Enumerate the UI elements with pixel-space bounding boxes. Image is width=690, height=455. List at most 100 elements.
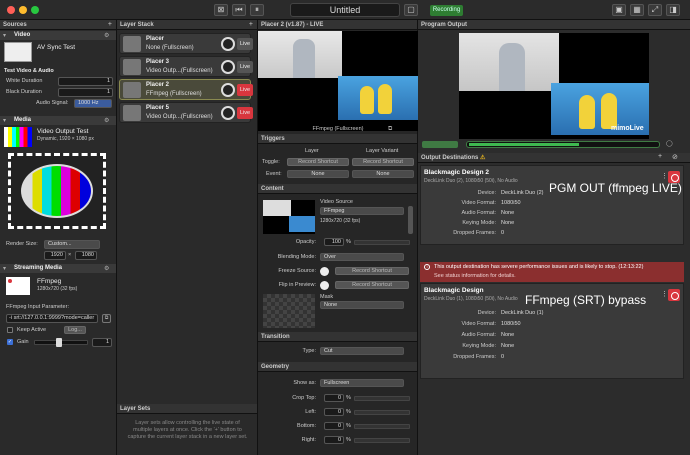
live-output-toggle-icon[interactable] <box>668 289 680 301</box>
video-source-thumbnail <box>263 200 315 234</box>
crop-left-field[interactable]: 0 <box>324 408 344 416</box>
crop-right-slider[interactable] <box>354 438 410 443</box>
detach-icon[interactable]: ⧉ <box>388 126 392 133</box>
settings-icon[interactable]: ◨ <box>666 4 680 16</box>
recording-pill[interactable]: Recording <box>430 5 463 16</box>
live-button[interactable]: Live <box>237 84 253 96</box>
add-layer-icon[interactable]: + <box>249 21 253 28</box>
document-title[interactable]: Untitled <box>290 3 400 17</box>
pause-icon[interactable]: ⏸ <box>250 4 264 16</box>
black-duration-field[interactable]: 1 <box>58 88 113 97</box>
mask-select[interactable]: None <box>320 301 404 309</box>
volume-knob[interactable] <box>221 83 235 97</box>
live-button[interactable]: Live <box>237 38 253 50</box>
add-destination-icon[interactable]: + <box>658 153 662 160</box>
video-source-select[interactable]: FFmpeg <box>320 207 404 215</box>
clear-icon[interactable]: ⊘ <box>672 153 678 161</box>
white-duration-field[interactable]: 1 <box>58 77 113 86</box>
crop-right-field[interactable]: 0 <box>324 436 344 444</box>
disclosure-triangle-icon[interactable]: ▾ <box>3 265 6 272</box>
add-source-icon[interactable]: + <box>108 21 112 28</box>
layer-item[interactable]: Placer 3 Video Outp...(Fullscreen) Live <box>119 56 253 77</box>
view-mode-icon[interactable]: ▣ <box>612 4 626 16</box>
white-duration-label: White Duration <box>6 78 43 84</box>
layer-record-shortcut-button[interactable]: Record Shortcut <box>287 158 349 166</box>
skip-back-icon[interactable]: ⏮ <box>232 4 246 16</box>
crop-bottom-slider[interactable] <box>354 424 410 429</box>
fullscreen-icon[interactable]: ⤢ <box>648 4 662 16</box>
dropped-frames-value: 0 <box>501 230 505 236</box>
minimize-window-button[interactable] <box>19 6 27 14</box>
gain-slider-thumb[interactable] <box>56 338 62 347</box>
inspector-panel: Placer 2 (v1.87) - LIVE FFmpeg (Fullscre… <box>258 20 418 455</box>
freeze-source-toggle[interactable] <box>320 267 329 276</box>
gear-icon[interactable]: ⚙ <box>104 32 109 39</box>
disclosure-triangle-icon[interactable]: ▾ <box>3 117 6 124</box>
ffmpeg-sub: 1280x720 (32 fps) <box>37 286 78 292</box>
flip-record-shortcut-button[interactable]: Record Shortcut <box>335 281 409 289</box>
crop-right-label: Right: <box>301 437 316 443</box>
destination-sub: DeckLink Duo (1), 1080i50 (50i), No Audi… <box>424 296 518 302</box>
gain-field[interactable]: 1 <box>92 338 112 347</box>
volume-knob[interactable] <box>221 60 235 74</box>
streaming-section-label: Streaming Media <box>14 265 63 271</box>
freeze-record-shortcut-button[interactable]: Record Shortcut <box>335 267 409 275</box>
media-section[interactable]: Media <box>0 116 116 125</box>
layer-item[interactable]: Placer None (Fullscreen) Live <box>119 33 253 54</box>
destination-card-2[interactable]: Blackmagic Design DeckLink Duo (1), 1080… <box>420 283 684 379</box>
more-icon[interactable]: ⋮ <box>661 290 668 298</box>
black-duration-label: Black Duration <box>6 89 42 95</box>
opacity-slider[interactable] <box>354 240 410 245</box>
crop-top-field[interactable]: 0 <box>324 394 344 402</box>
zoom-window-button[interactable] <box>31 6 39 14</box>
close-window-button[interactable] <box>7 6 15 14</box>
crop-top-slider[interactable] <box>354 396 410 401</box>
opacity-field[interactable]: 100 <box>324 238 344 246</box>
layer-item-selected[interactable]: Placer 2 FFmpeg (Fullscreen) Live <box>119 79 253 100</box>
layer-column-label: Layer <box>305 148 319 154</box>
crop-top-label: Crop Top: <box>292 395 316 401</box>
volume-knob[interactable] <box>221 106 235 120</box>
keep-active-checkbox[interactable] <box>7 327 13 333</box>
layer-item[interactable]: Placer 5 Video Outp...(Fullscreen) Live <box>119 102 253 123</box>
variant-event-select[interactable]: None <box>352 170 414 178</box>
live-button[interactable]: Live <box>237 61 253 73</box>
layer-event-select[interactable]: None <box>287 170 349 178</box>
program-camera-feed <box>459 33 559 91</box>
lock-icon[interactable]: ▢ <box>404 4 418 16</box>
render-width-field[interactable]: 1920 <box>44 251 66 260</box>
log-button[interactable]: Log... <box>64 326 86 334</box>
video-section[interactable]: Video <box>0 31 116 40</box>
transition-type-select[interactable]: Cut <box>320 347 404 355</box>
expand-icon[interactable]: ⧉ <box>102 314 111 323</box>
more-icon[interactable]: ⋮ <box>661 172 668 180</box>
audio-signal-select[interactable]: 1000 Hz <box>74 99 112 108</box>
disclosure-triangle-icon[interactable]: ▾ <box>3 32 6 39</box>
crop-top-unit: % <box>346 395 351 401</box>
crop-left-slider[interactable] <box>354 410 410 415</box>
audio-format-label: Audio Format: <box>461 210 496 216</box>
ffmpeg-param-field[interactable]: -i srt://127.0.0.1:9999?mode=caller <box>6 314 98 323</box>
audio-settings-icon[interactable]: ◯ <box>666 140 673 147</box>
device-value: DeckLink Duo (1) <box>501 310 544 316</box>
blending-mode-select[interactable]: Over <box>320 253 404 261</box>
scrollbar[interactable] <box>408 206 413 234</box>
gear-icon[interactable]: ⚙ <box>104 265 109 272</box>
variant-record-shortcut-button[interactable]: Record Shortcut <box>352 158 414 166</box>
audio-format-label: Audio Format: <box>461 332 496 338</box>
volume-knob[interactable] <box>221 37 235 51</box>
layer-name: Placer <box>146 36 165 42</box>
crop-bottom-field[interactable]: 0 <box>324 422 344 430</box>
render-height-field[interactable]: 1080 <box>75 251 97 260</box>
gain-checkbox[interactable]: ✓ <box>7 339 13 345</box>
gear-icon[interactable]: ⚙ <box>104 117 109 124</box>
audio-meter-button[interactable] <box>422 141 458 148</box>
destination-card-1[interactable]: Blackmagic Design 2 DeckLink Duo (2), 10… <box>420 165 684 245</box>
flip-preview-toggle[interactable] <box>320 281 329 290</box>
layout-icon[interactable]: ▦ <box>630 4 644 16</box>
show-as-select[interactable]: Fullscreen <box>320 379 404 387</box>
render-size-select[interactable]: Custom... <box>44 240 100 249</box>
live-button[interactable]: Live <box>237 107 253 119</box>
streaming-media-section[interactable]: Streaming Media <box>0 264 116 273</box>
stop-icon[interactable]: ⊠ <box>214 4 228 16</box>
